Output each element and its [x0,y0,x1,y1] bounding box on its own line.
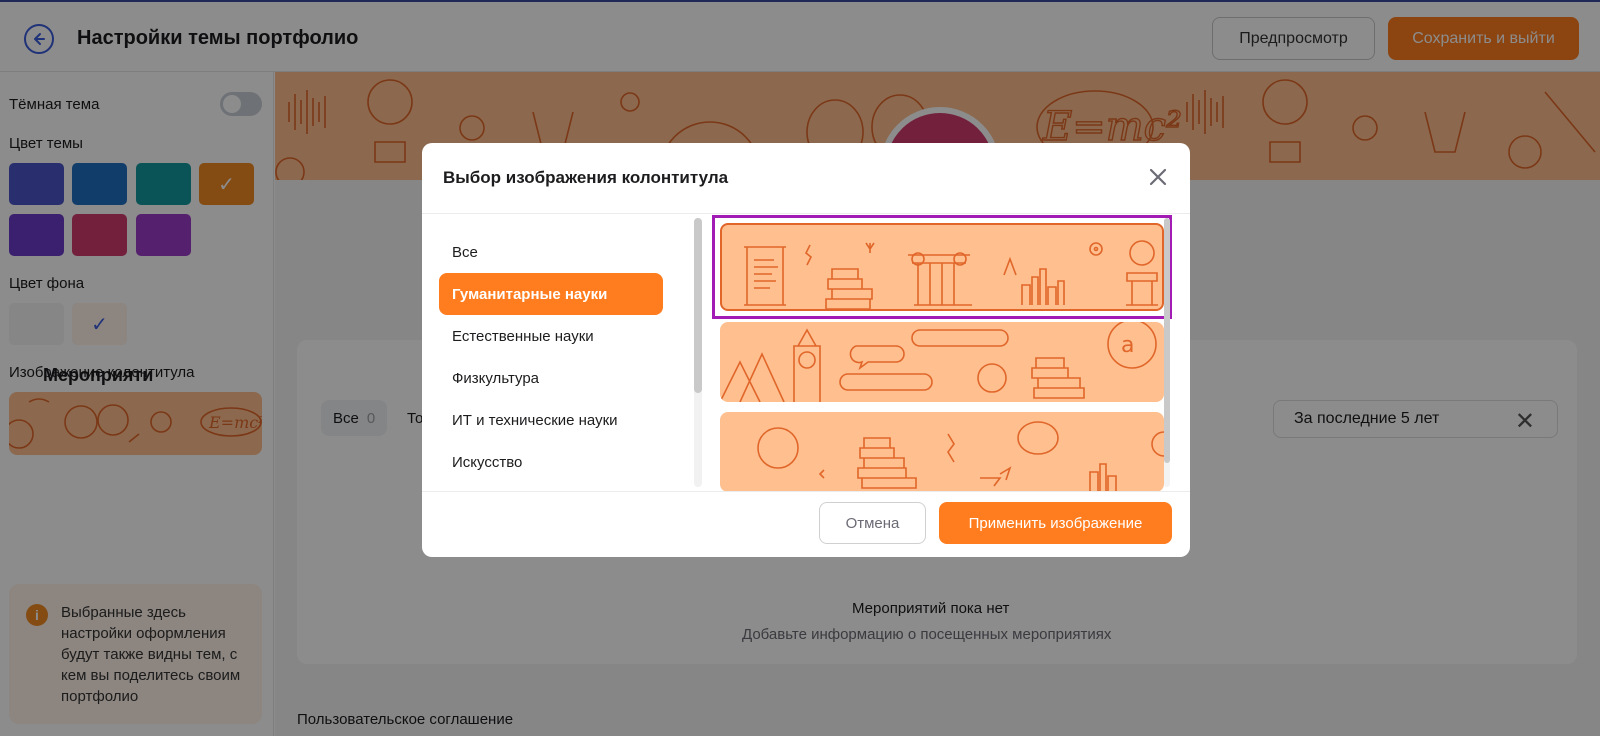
category-all[interactable]: Все [439,231,663,273]
letter-a-glyph: a [1121,333,1134,358]
modal-title: Выбор изображения колонтитула [443,168,729,187]
close-icon[interactable] [1144,163,1172,191]
categories-scrollbar[interactable] [694,218,702,487]
images-scrollbar-thumb[interactable] [1164,218,1170,463]
modal-footer-divider [422,491,1190,492]
header-image-option-2[interactable]: a [720,322,1164,402]
category-it-technical[interactable]: ИТ и технические науки [439,399,663,441]
header-image-option-1[interactable] [712,215,1172,319]
modal-divider [422,213,1190,214]
header-image-option-3[interactable] [720,412,1164,492]
images-scrollbar[interactable] [1164,218,1170,487]
header-image-picker-modal: Выбор изображения колонтитула Все Гумани… [422,143,1190,557]
categories-scrollbar-thumb[interactable] [694,218,702,393]
apply-image-button[interactable]: Применить изображение [939,502,1172,544]
cancel-button[interactable]: Отмена [819,502,926,544]
category-physical-education[interactable]: Физкультура [439,357,663,399]
category-art[interactable]: Искусство [439,441,663,483]
category-humanities[interactable]: Гуманитарные науки [439,273,663,315]
category-natural-sciences[interactable]: Естественные науки [439,315,663,357]
